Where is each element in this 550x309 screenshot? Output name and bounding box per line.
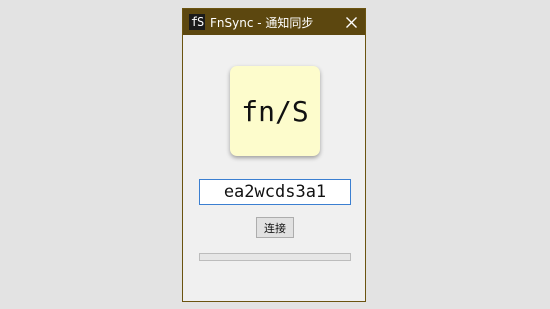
title-bar[interactable]: fS FnSync - 通知同步 [183, 9, 365, 35]
window-title: FnSync - 通知同步 [210, 15, 314, 30]
connect-button[interactable]: 连接 [256, 217, 294, 238]
logo-text: fn/S [241, 94, 309, 128]
close-icon [345, 16, 357, 28]
progress-bar [199, 253, 351, 261]
close-button[interactable] [337, 9, 365, 35]
app-logo: fn/S [230, 66, 320, 156]
fnsync-window: fS FnSync - 通知同步 fn/S 连接 [182, 8, 366, 302]
fnsync-app-icon: fS [189, 14, 205, 30]
code-input[interactable] [199, 179, 351, 205]
